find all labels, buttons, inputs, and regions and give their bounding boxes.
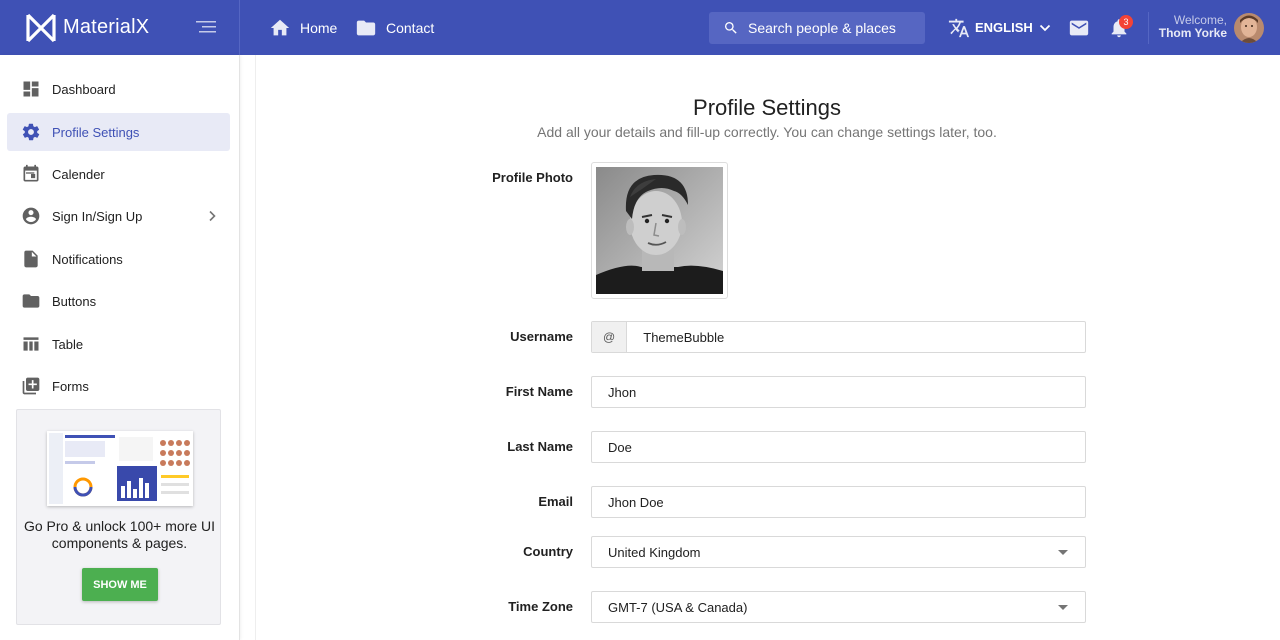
sidebar-item-sign-in-sign-up[interactable]: Sign In/Sign Up — [7, 197, 230, 235]
sidebar-item-label: Calender — [52, 166, 105, 182]
dropdown-caret-icon — [1058, 604, 1068, 610]
country-select[interactable]: United Kingdom — [591, 536, 1086, 568]
sidebar-item-label: Sign In/Sign Up — [52, 208, 143, 224]
language-selector[interactable]: ENGLISH — [948, 0, 1051, 55]
last-name-label: Last Name — [507, 439, 573, 454]
sidebar-item-dashboard[interactable]: Dashboard — [7, 70, 230, 108]
sidebar-item-label: Forms — [52, 378, 89, 394]
brand: MaterialX — [0, 0, 240, 55]
app-name: MaterialX — [63, 16, 150, 38]
nav-home-link[interactable]: Home — [269, 0, 337, 55]
dropdown-caret-icon — [1058, 549, 1068, 555]
user-avatar[interactable] — [1234, 13, 1264, 43]
sidebar-item-forms[interactable]: Forms — [7, 367, 230, 405]
sidebar: Dashboard Profile Settings Calender Sign… — [0, 55, 240, 640]
notification-count-badge: 3 — [1119, 15, 1133, 29]
sidebar-item-label: Profile Settings — [52, 124, 140, 140]
add-box-icon — [22, 377, 40, 395]
chevron-down-icon — [1039, 24, 1050, 31]
folder-icon — [22, 294, 40, 308]
country-label: Country — [523, 544, 573, 559]
go-pro-card: Go Pro & unlock 100+ more UI components … — [16, 409, 221, 625]
search-bar[interactable] — [709, 12, 925, 44]
profile-photo-image — [596, 167, 723, 294]
sidebar-item-calender[interactable]: Calender — [7, 155, 230, 193]
home-icon — [270, 19, 290, 35]
mail-icon[interactable] — [1068, 17, 1090, 39]
sidebar-item-buttons[interactable]: Buttons — [7, 282, 230, 320]
main-content: Profile Settings Add all your details an… — [255, 55, 1280, 640]
pro-preview-image — [47, 431, 193, 506]
header-divider — [1148, 12, 1149, 44]
language-label: ENGLISH — [975, 20, 1033, 35]
sidebar-item-label: Notifications — [52, 251, 123, 267]
sidebar-item-notifications[interactable]: Notifications — [7, 240, 230, 278]
sidebar-item-profile-settings[interactable]: Profile Settings — [7, 113, 230, 151]
folder-icon — [356, 20, 376, 35]
timezone-select[interactable]: GMT-7 (USA & Canada) — [591, 591, 1086, 623]
username-prefix: @ — [592, 322, 628, 352]
gear-icon — [22, 123, 40, 141]
first-name-input[interactable] — [592, 377, 1085, 407]
username-label: Username — [510, 329, 573, 344]
timezone-label: Time Zone — [508, 599, 573, 614]
sidebar-item-table[interactable]: Table — [7, 325, 230, 363]
nav-home-label: Home — [300, 19, 338, 36]
sidebar-item-label: Dashboard — [52, 81, 116, 97]
email-field — [591, 486, 1086, 518]
user-avatar-image — [1234, 13, 1264, 43]
user-greeting[interactable]: Welcome, Thom Yorke — [1159, 14, 1227, 40]
last-name-input[interactable] — [592, 432, 1085, 462]
show-me-button[interactable]: SHOW ME — [82, 568, 158, 601]
top-app-bar: MaterialX Home Contact ENGLISH 3 Welcome… — [0, 0, 1280, 55]
account-circle-icon — [22, 207, 40, 225]
materialx-logo-icon — [26, 13, 56, 42]
username-field: @ — [591, 321, 1086, 353]
email-label: Email — [538, 494, 573, 509]
email-input[interactable] — [592, 487, 1085, 517]
menu-collapse-icon[interactable] — [196, 20, 216, 34]
chevron-right-icon — [209, 210, 216, 222]
search-icon — [725, 22, 737, 34]
calendar-icon — [23, 164, 39, 182]
sidebar-item-label: Buttons — [52, 293, 97, 309]
promo-text: Go Pro & unlock 100+ more UI components … — [23, 518, 216, 551]
first-name-label: First Name — [505, 384, 573, 399]
search-input[interactable] — [748, 20, 918, 36]
first-name-field — [591, 376, 1086, 408]
username-input[interactable] — [627, 322, 1085, 352]
timezone-value: GMT-7 (USA & Canada) — [608, 599, 748, 615]
file-icon — [24, 250, 38, 268]
sidebar-item-label: Table — [52, 336, 84, 352]
page-title: Profile Settings — [693, 95, 841, 120]
nav-contact-label: Contact — [386, 19, 435, 36]
page-subtitle: Add all your details and fill-up correct… — [537, 124, 997, 140]
user-name: Thom Yorke — [1158, 26, 1227, 40]
country-value: United Kingdom — [608, 544, 701, 560]
last-name-field — [591, 431, 1086, 463]
profile-photo-label: Profile Photo — [492, 170, 573, 185]
dashboard-icon — [23, 81, 39, 97]
table-icon — [23, 337, 39, 351]
profile-photo[interactable] — [591, 162, 728, 299]
nav-contact-link[interactable]: Contact — [355, 0, 434, 55]
translate-icon — [948, 18, 970, 37]
